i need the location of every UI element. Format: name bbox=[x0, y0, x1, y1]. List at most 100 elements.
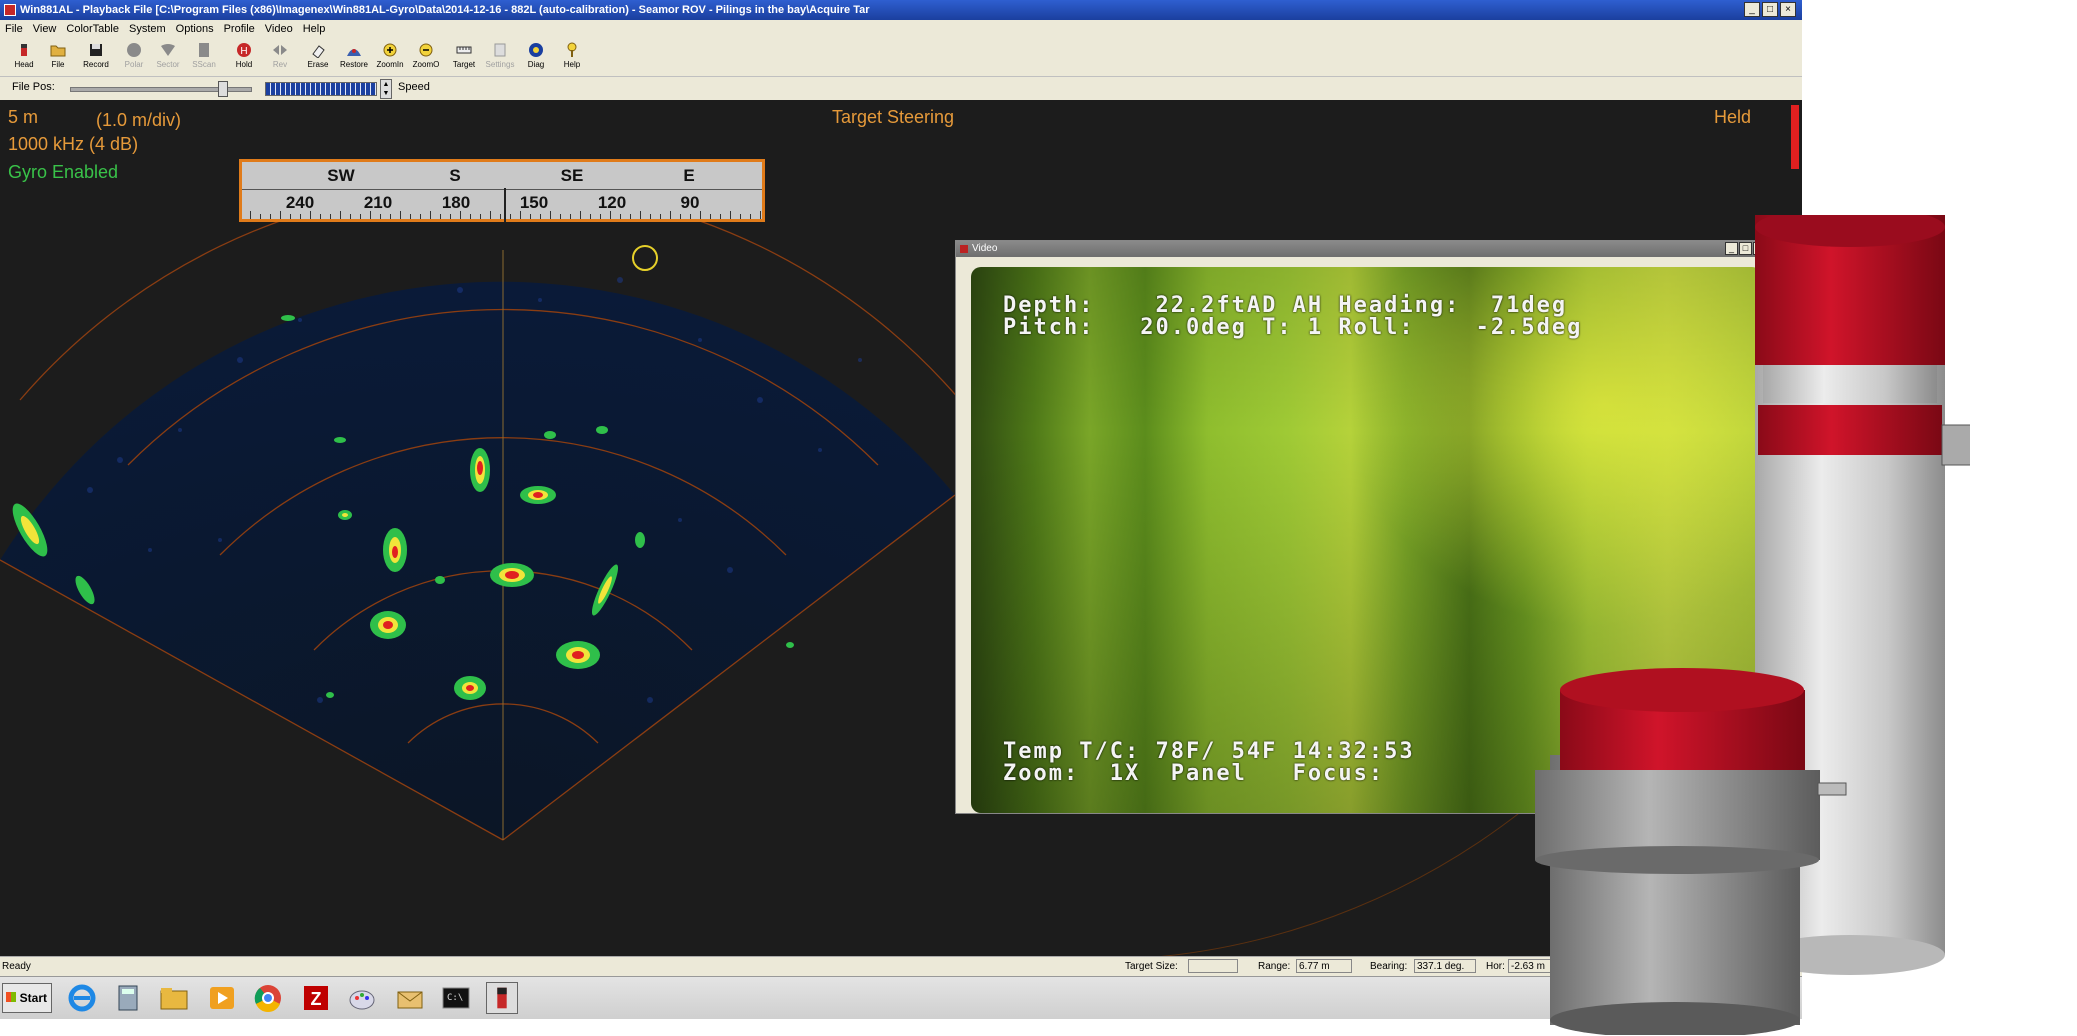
compass-tick bbox=[300, 214, 301, 219]
target-size-value bbox=[1188, 959, 1238, 973]
compass-tick bbox=[530, 214, 531, 219]
svg-text:C:\: C:\ bbox=[447, 993, 463, 1003]
record-button[interactable]: Record bbox=[80, 40, 112, 74]
file-label: File bbox=[51, 60, 65, 69]
diag-button[interactable]: Diag bbox=[520, 40, 552, 74]
speed-bar[interactable] bbox=[265, 82, 377, 96]
range-label: Range: bbox=[1258, 961, 1291, 972]
diag-label: Diag bbox=[527, 60, 545, 69]
compass-tick bbox=[640, 211, 641, 219]
filezilla-icon[interactable]: Z bbox=[300, 982, 332, 1014]
polar-button[interactable]: Polar bbox=[118, 40, 150, 74]
zoomin-button[interactable]: ZoomIn bbox=[374, 40, 406, 74]
compass-tick bbox=[260, 214, 261, 219]
rev-button[interactable]: Rev bbox=[264, 40, 296, 74]
settings-button[interactable]: Settings bbox=[484, 40, 516, 74]
hold-button[interactable]: H Hold bbox=[228, 40, 260, 74]
range-value: 6.77 m bbox=[1296, 959, 1352, 973]
file-button[interactable]: File bbox=[42, 40, 74, 74]
compass-tick bbox=[350, 214, 351, 219]
windows-logo-icon bbox=[6, 992, 16, 1002]
help-button[interactable]: Help bbox=[556, 40, 588, 74]
hor-label: Hor: bbox=[1486, 961, 1505, 972]
compass-tick bbox=[330, 214, 331, 219]
compass-150: 150 bbox=[519, 193, 549, 212]
start-button[interactable]: Start bbox=[2, 983, 52, 1013]
target-size-label: Target Size: bbox=[1125, 961, 1178, 972]
menu-colortable[interactable]: ColorTable bbox=[61, 20, 124, 38]
eraser-icon bbox=[312, 45, 325, 58]
mail-icon[interactable] bbox=[394, 982, 426, 1014]
compass-tape: SW S SE E 240 210 180 150 120 90 bbox=[239, 159, 765, 222]
polar-icon bbox=[127, 43, 141, 57]
compass-tick bbox=[380, 214, 381, 219]
media-player-icon[interactable] bbox=[206, 982, 238, 1014]
compass-tick bbox=[760, 211, 761, 219]
erase-label: Erase bbox=[307, 60, 329, 69]
compass-tick bbox=[520, 211, 521, 219]
gyro-status: Gyro Enabled bbox=[8, 162, 119, 182]
restore-label: Restore bbox=[339, 60, 368, 69]
head-label: Head bbox=[14, 60, 34, 69]
close-button[interactable]: × bbox=[1780, 2, 1796, 17]
erase-button[interactable]: Erase bbox=[302, 40, 334, 74]
compass-tick bbox=[460, 211, 461, 219]
sscan-button[interactable]: SScan bbox=[188, 40, 220, 74]
target-marker[interactable] bbox=[632, 245, 658, 271]
speed-spinner[interactable]: ▲ ▼ bbox=[380, 79, 392, 99]
polar-label: Polar bbox=[124, 60, 144, 69]
help-label: Help bbox=[563, 60, 581, 69]
menu-help[interactable]: Help bbox=[298, 20, 331, 38]
zoomout-label: ZoomO bbox=[412, 60, 440, 69]
compass-90: 90 bbox=[680, 193, 700, 212]
paint-icon[interactable] bbox=[346, 982, 378, 1014]
compass-sw: SW bbox=[327, 166, 355, 185]
menu-video[interactable]: Video bbox=[260, 20, 298, 38]
zoomout-button[interactable]: ZoomO bbox=[410, 40, 442, 74]
menu-profile[interactable]: Profile bbox=[219, 20, 260, 38]
sector-button[interactable]: Sector bbox=[152, 40, 184, 74]
compass-tick bbox=[710, 214, 711, 219]
compass-tick bbox=[570, 214, 571, 219]
compass-tick bbox=[600, 214, 601, 219]
target-button[interactable]: Target bbox=[448, 40, 480, 74]
minimize-button[interactable]: _ bbox=[1744, 2, 1760, 17]
title-bar[interactable]: Win881AL - Playback File [C:\Program Fil… bbox=[0, 0, 1802, 20]
division-readout: (1.0 m/div) bbox=[96, 110, 182, 130]
file-pos-thumb[interactable] bbox=[218, 81, 228, 97]
compass-tick bbox=[440, 214, 441, 219]
menu-view[interactable]: View bbox=[28, 20, 62, 38]
compass-tick bbox=[360, 214, 361, 219]
folder-icon bbox=[50, 45, 66, 57]
menu-file[interactable]: File bbox=[0, 20, 28, 38]
compass-tick bbox=[510, 214, 511, 219]
osd-zoom-focus: Zoom: 1X Panel Focus: bbox=[1003, 761, 1385, 786]
chrome-icon[interactable] bbox=[252, 982, 284, 1014]
short-sonar-head bbox=[1535, 668, 1847, 1035]
speed-label: Speed bbox=[398, 81, 430, 93]
menu-system[interactable]: System bbox=[124, 20, 171, 38]
compass-tick bbox=[310, 211, 311, 219]
target-label: Target bbox=[452, 60, 476, 69]
win881al-icon[interactable] bbox=[486, 982, 518, 1014]
compass-divider bbox=[242, 189, 762, 190]
command-prompt-icon[interactable]: C:\ bbox=[440, 982, 472, 1014]
compass-tick bbox=[700, 211, 701, 219]
zoom-in-icon bbox=[383, 43, 397, 57]
head-button[interactable]: Head bbox=[8, 40, 40, 74]
menu-options[interactable]: Options bbox=[171, 20, 219, 38]
maximize-button[interactable]: □ bbox=[1762, 2, 1778, 17]
compass-tick bbox=[680, 214, 681, 219]
sonar-sector bbox=[0, 281, 955, 840]
compass-tick bbox=[550, 211, 551, 219]
file-explorer-icon[interactable] bbox=[158, 982, 190, 1014]
zoomin-label: ZoomIn bbox=[376, 60, 404, 69]
floppy-icon bbox=[90, 44, 102, 56]
svg-text:Z: Z bbox=[311, 989, 322, 1009]
calculator-icon[interactable] bbox=[112, 982, 144, 1014]
restore-button[interactable]: Restore bbox=[338, 40, 370, 74]
compass-tick bbox=[560, 214, 561, 219]
compass-tick bbox=[540, 214, 541, 219]
app-icon bbox=[4, 4, 16, 16]
ie-icon[interactable] bbox=[66, 982, 98, 1014]
